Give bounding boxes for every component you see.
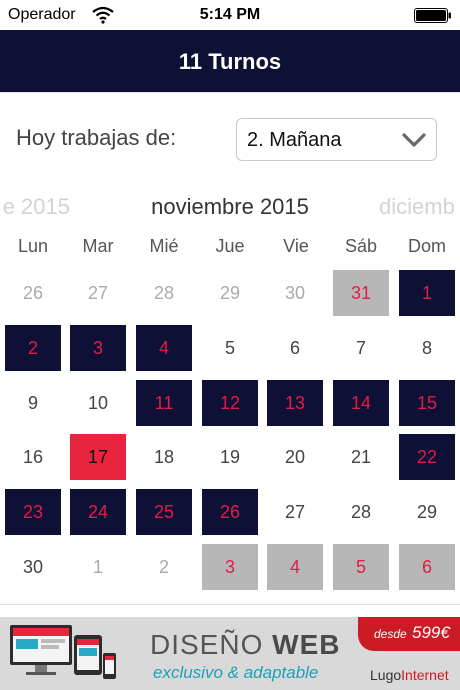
- calendar-day[interactable]: 23: [5, 489, 61, 535]
- calendar-day[interactable]: 18: [136, 434, 192, 480]
- weekday-mon: Lun: [17, 236, 49, 256]
- calendar-day[interactable]: 12: [202, 380, 258, 426]
- calendar-day[interactable]: 2: [136, 544, 192, 590]
- calendar-day[interactable]: 4: [267, 544, 323, 590]
- calendar-day[interactable]: 29: [202, 270, 258, 316]
- calendar-day[interactable]: 29: [399, 489, 455, 535]
- ad-price-tag: desde 599€: [358, 617, 460, 651]
- weekday-wed: Mié: [149, 236, 179, 256]
- calendar-day[interactable]: 3: [202, 544, 258, 590]
- calendar-day[interactable]: 31: [333, 270, 389, 316]
- weekday-header: Lun Mar Mié Jue Vie Sáb Dom: [0, 236, 460, 260]
- calendar-day[interactable]: 10: [70, 380, 126, 426]
- calendar-day[interactable]: 4: [136, 325, 192, 371]
- ad-subtitle: exclusivo & adaptable: [153, 663, 319, 682]
- calendar-day[interactable]: 28: [333, 489, 389, 535]
- calendar-day[interactable]: 7: [333, 325, 389, 371]
- calendar-day[interactable]: 20: [267, 434, 323, 480]
- calendar-day[interactable]: 3: [70, 325, 126, 371]
- calendar-day[interactable]: 11: [136, 380, 192, 426]
- calendar-day[interactable]: 30: [267, 270, 323, 316]
- calendar-day[interactable]: 9: [5, 380, 61, 426]
- ad-title: DISEÑO WEB: [150, 629, 340, 661]
- calendar-day[interactable]: 16: [5, 434, 61, 480]
- calendar-day[interactable]: 6: [399, 544, 455, 590]
- page-title: 11 Turnos: [178, 49, 282, 74]
- ad-title-right: WEB: [272, 629, 341, 660]
- calendar-day[interactable]: 6: [267, 325, 323, 371]
- shift-dropdown[interactable]: 2. Mañana: [236, 118, 437, 161]
- shift-label: Hoy trabajas de:: [16, 125, 177, 150]
- calendar-day[interactable]: 25: [136, 489, 192, 535]
- ad-brand: LugoInternet: [370, 667, 449, 683]
- month-scroller[interactable]: e 2015 noviembre 2015 diciemb: [0, 188, 460, 222]
- calendar-day[interactable]: 15: [399, 380, 455, 426]
- calendar-day[interactable]: 1: [399, 270, 455, 316]
- calendar-day[interactable]: 19: [202, 434, 258, 480]
- devices-icon: [10, 625, 116, 679]
- calendar-day[interactable]: 8: [399, 325, 455, 371]
- ad-price-prefix: desde: [374, 627, 407, 641]
- calendar-day[interactable]: 24: [70, 489, 126, 535]
- shift-selector-row: Hoy trabajas de: 2. Mañana: [0, 92, 460, 182]
- calendar-day[interactable]: 13: [267, 380, 323, 426]
- calendar-grid: 26 27 28 29 30 31 1 2 3 4 5 6 7 8 9 10 11 12 13 14 15 16 17 18 1…: [0, 270, 460, 600]
- weekday-thu: Jue: [215, 236, 245, 256]
- ad-brand-left: Lugo: [370, 667, 402, 683]
- divider: [0, 604, 460, 605]
- weekday-fri: Vie: [283, 236, 309, 256]
- clock: 5:14 PM: [199, 6, 261, 23]
- calendar-day[interactable]: 30: [5, 544, 61, 590]
- calendar-day[interactable]: 1: [70, 544, 126, 590]
- ad-title-left: DISEÑO: [150, 629, 264, 660]
- ad-price: 599€: [412, 623, 450, 642]
- calendar-day[interactable]: 27: [70, 270, 126, 316]
- calendar-day[interactable]: 21: [333, 434, 389, 480]
- status-bar: Operador 5:14 PM: [0, 0, 460, 30]
- weekday-sat: Sáb: [344, 236, 378, 256]
- weekday-sun: Dom: [407, 236, 446, 256]
- calendar-day[interactable]: 26: [5, 270, 61, 316]
- shift-dropdown-value: 2. Mañana: [247, 129, 342, 151]
- ad-banner[interactable]: DISEÑO WEB exclusivo & adaptable desde 5…: [0, 617, 460, 690]
- next-month-label[interactable]: diciemb: [379, 194, 455, 220]
- battery-icon: [414, 8, 451, 23]
- calendar-day[interactable]: 28: [136, 270, 192, 316]
- weekday-tue: Mar: [82, 236, 114, 256]
- calendar-day[interactable]: 14: [333, 380, 389, 426]
- calendar-day[interactable]: 5: [202, 325, 258, 371]
- calendar-day[interactable]: 26: [202, 489, 258, 535]
- chevron-down-icon: [402, 133, 426, 147]
- calendar-day[interactable]: 5: [333, 544, 389, 590]
- calendar-day[interactable]: 17: [70, 434, 126, 480]
- calendar-day[interactable]: 22: [399, 434, 455, 480]
- ad-brand-right: Internet: [401, 667, 449, 683]
- calendar-day[interactable]: 27: [267, 489, 323, 535]
- calendar-day[interactable]: 2: [5, 325, 61, 371]
- nav-bar: 11 Turnos: [0, 30, 460, 92]
